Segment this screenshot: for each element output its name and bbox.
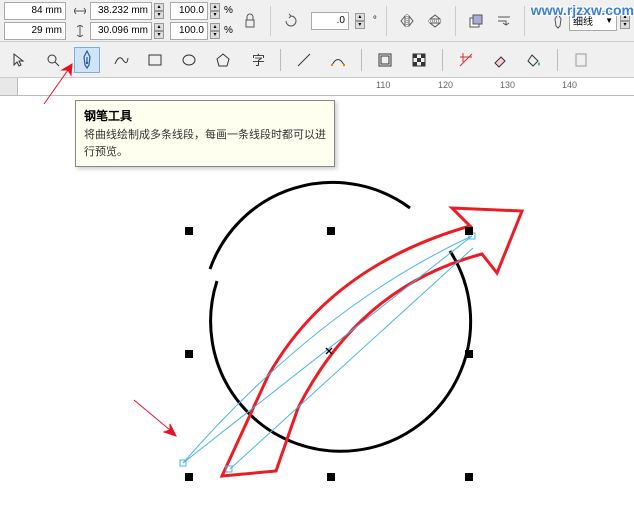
height-input[interactable]: 30.096 mm bbox=[90, 22, 152, 40]
toolbox: 字 bbox=[0, 42, 634, 78]
watermark: www.rjzxw.com bbox=[531, 2, 634, 18]
lock-ratio-button[interactable] bbox=[239, 10, 261, 32]
ruler-tick: 110 bbox=[376, 80, 390, 90]
pct-label: % bbox=[224, 25, 233, 36]
svg-text:字: 字 bbox=[252, 53, 265, 68]
bezier-tool[interactable] bbox=[325, 47, 351, 73]
tooltip: 钢笔工具 将曲线绘制成多条线段，每画一条线段时都可以进行预览。 bbox=[75, 100, 335, 167]
annotation-arrow bbox=[38, 62, 78, 108]
outline-button[interactable] bbox=[372, 47, 398, 73]
position-group: 84 mm 29 mm bbox=[4, 2, 66, 40]
rectangle-tool[interactable] bbox=[142, 47, 168, 73]
separator bbox=[386, 6, 387, 36]
mirror-v-button[interactable] bbox=[424, 10, 446, 32]
pattern-button[interactable] bbox=[406, 47, 432, 73]
fill-tool[interactable] bbox=[521, 47, 547, 73]
separator bbox=[557, 49, 558, 71]
height-icon bbox=[72, 23, 88, 39]
y-position-input[interactable]: 29 mm bbox=[4, 22, 66, 40]
ellipse-tool[interactable] bbox=[176, 47, 202, 73]
horizontal-ruler: 110 120 130 140 bbox=[18, 78, 634, 96]
mirror-h-button[interactable] bbox=[396, 10, 418, 32]
ruler-tick: 120 bbox=[438, 80, 453, 90]
polygon-tool[interactable] bbox=[210, 47, 236, 73]
transparency-tool[interactable] bbox=[568, 47, 594, 73]
width-input[interactable]: 38.232 mm bbox=[90, 2, 152, 20]
height-spinner[interactable]: ▴▾ bbox=[154, 23, 164, 39]
order-button[interactable] bbox=[465, 10, 487, 32]
scale-x-spinner[interactable]: ▴▾ bbox=[210, 3, 220, 19]
separator bbox=[455, 6, 456, 36]
crop-tool[interactable] bbox=[453, 47, 479, 73]
scale-y-spinner[interactable]: ▴▾ bbox=[210, 23, 220, 39]
separator bbox=[442, 49, 443, 71]
separator bbox=[270, 6, 271, 36]
x-position-input[interactable]: 84 mm bbox=[4, 2, 66, 20]
separator bbox=[280, 49, 281, 71]
line-tool[interactable] bbox=[291, 47, 317, 73]
separator bbox=[524, 6, 525, 36]
angle-input[interactable]: .0 bbox=[311, 12, 349, 30]
width-spinner[interactable]: ▴▾ bbox=[154, 3, 164, 19]
wrap-button[interactable] bbox=[493, 10, 515, 32]
scale-x-input[interactable]: 100.0 bbox=[170, 2, 208, 20]
freehand-tool[interactable] bbox=[108, 47, 134, 73]
width-icon bbox=[72, 3, 88, 19]
pct-label: % bbox=[224, 5, 233, 16]
scale-group: 100.0 ▴▾ % 100.0 ▴▾ % bbox=[170, 2, 233, 40]
scale-y-input[interactable]: 100.0 bbox=[170, 22, 208, 40]
angle-spinner[interactable]: ▴▾ bbox=[355, 13, 365, 29]
tooltip-title: 钢笔工具 bbox=[84, 107, 326, 124]
ruler-corner bbox=[0, 78, 18, 96]
annotation-arrow bbox=[128, 396, 178, 440]
rotate-icon bbox=[280, 10, 302, 32]
size-group: 38.232 mm ▴▾ 30.096 mm ▴▾ bbox=[72, 2, 164, 40]
tooltip-desc: 将曲线绘制成多条线段，每画一条线段时都可以进行预览。 bbox=[84, 127, 326, 160]
ruler-tick: 140 bbox=[562, 80, 577, 90]
ruler-tick: 130 bbox=[500, 80, 515, 90]
separator bbox=[361, 49, 362, 71]
deg-label: ° bbox=[373, 15, 377, 26]
text-tool[interactable]: 字 bbox=[244, 47, 270, 73]
pick-tool[interactable] bbox=[6, 47, 32, 73]
eraser-tool[interactable] bbox=[487, 47, 513, 73]
